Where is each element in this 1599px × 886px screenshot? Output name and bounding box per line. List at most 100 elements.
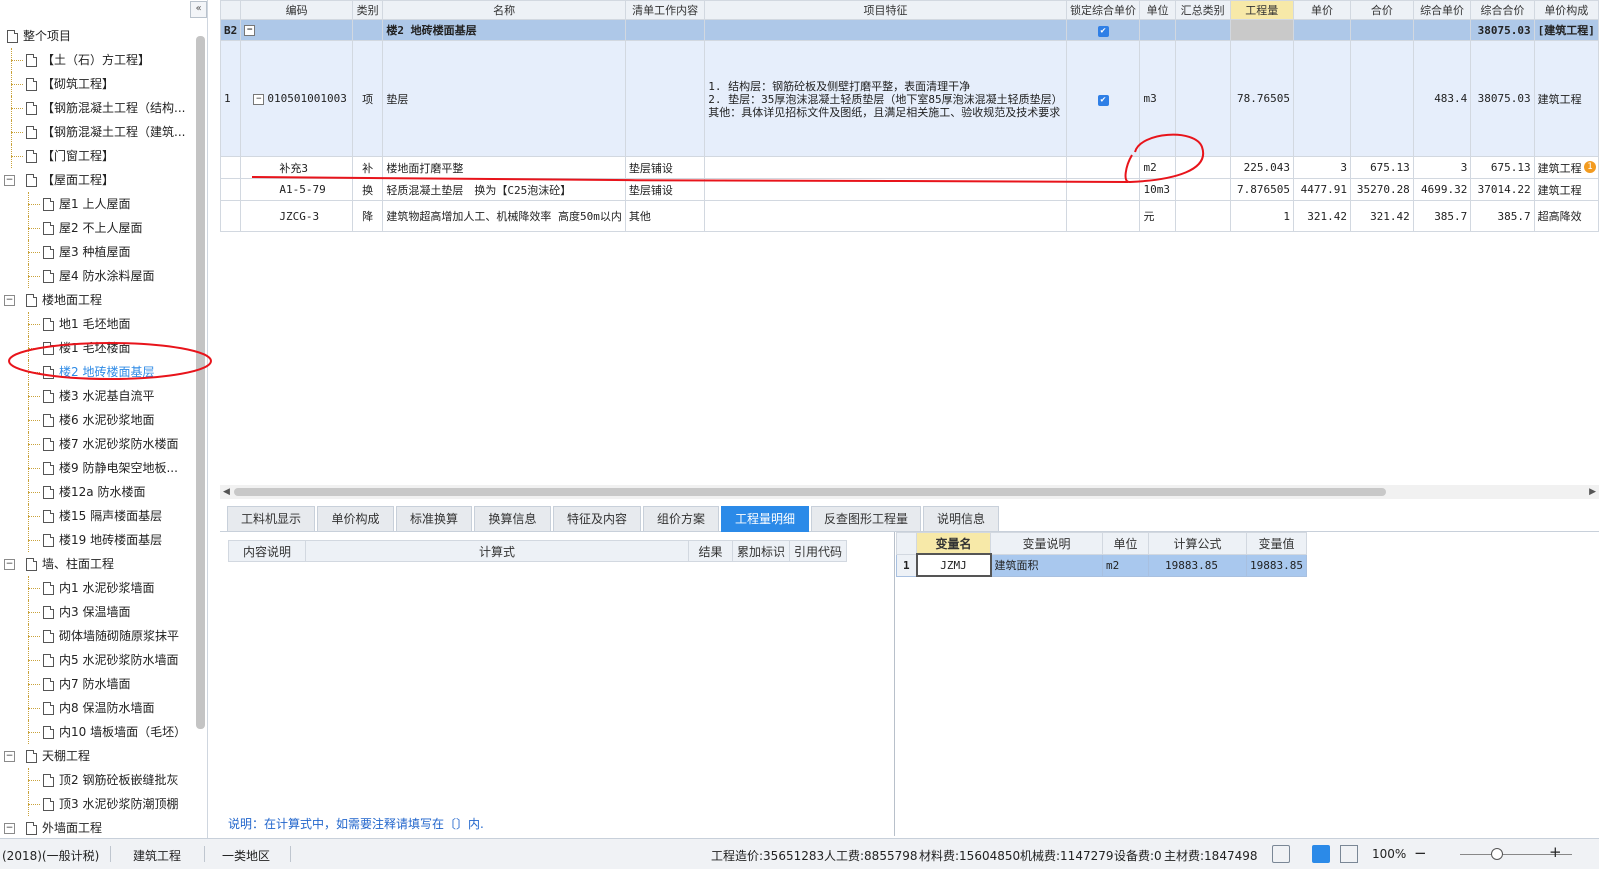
- col-type[interactable]: 类别: [351, 0, 384, 20]
- quota-qty[interactable]: 1: [1229, 200, 1294, 232]
- variable-unit-cell[interactable]: m2: [1102, 553, 1149, 577]
- item-code[interactable]: 010501001003: [267, 92, 346, 105]
- col-fee[interactable]: 单价构成: [1533, 0, 1599, 20]
- tree-leaf[interactable]: 屋4 防水涂料屋面: [0, 264, 195, 288]
- quota-qty[interactable]: 225.043: [1229, 156, 1294, 179]
- section-expander[interactable]: −: [240, 19, 353, 41]
- item-qty[interactable]: 78.76505: [1229, 40, 1294, 157]
- collapse-icon[interactable]: −: [4, 295, 15, 306]
- tree-folder[interactable]: − 【屋面工程】: [0, 168, 195, 192]
- tree-leaf[interactable]: 内10 墙板墙面（毛坯）: [0, 720, 195, 744]
- tree-leaf[interactable]: 内7 防水墙面: [0, 672, 195, 696]
- collapse-icon[interactable]: −: [4, 559, 15, 570]
- tree-leaf[interactable]: 楼3 水泥基自流平: [0, 384, 195, 408]
- tree-folder[interactable]: − 天棚工程: [0, 744, 195, 768]
- section-qty[interactable]: [1229, 19, 1294, 41]
- tree-folder[interactable]: 【土（石）方工程】: [0, 48, 195, 72]
- tree-folder[interactable]: − 墙、柱面工程: [0, 552, 195, 576]
- col-var-desc[interactable]: 变量说明: [990, 532, 1103, 555]
- quota-row[interactable]: 补充3 补 楼地面打磨平整 垫层铺设 m2 225.043 3 675.13 3…: [220, 156, 1599, 179]
- quota-code[interactable]: JZCG-3: [240, 200, 353, 232]
- tree-leaf[interactable]: 楼15 隔声楼面基层: [0, 504, 195, 528]
- col-ref-code[interactable]: 引用代码: [789, 540, 847, 562]
- tree-leaf[interactable]: 楼19 地砖楼面基层: [0, 528, 195, 552]
- item-feature[interactable]: 1. 结构层：钢筋砼板及侧壁打磨平整，表面清理干净 2. 垫层：35厚泡沫混凝土轻…: [704, 40, 1067, 157]
- zoom-out-icon[interactable]: −: [1414, 844, 1427, 862]
- tab-features[interactable]: 特征及内容: [553, 506, 641, 532]
- tree-leaf[interactable]: 屋2 不上人屋面: [0, 216, 195, 240]
- collapse-icon[interactable]: −: [4, 823, 15, 834]
- col-comp-unit[interactable]: 综合单价: [1412, 0, 1472, 20]
- collapse-icon[interactable]: −: [4, 175, 15, 186]
- tab-unit-price[interactable]: 单价构成: [317, 506, 394, 532]
- col-summary[interactable]: 汇总类别: [1174, 0, 1231, 20]
- collapse-icon[interactable]: −: [253, 93, 265, 105]
- col-result[interactable]: 结果: [688, 540, 733, 562]
- col-code[interactable]: 编码: [240, 0, 353, 20]
- col-unit-price[interactable]: 单价: [1292, 0, 1352, 20]
- tree-folder[interactable]: 【钢筋混凝土工程（结构...: [0, 96, 195, 120]
- tree-leaf[interactable]: 内5 水泥砂浆防水墙面: [0, 648, 195, 672]
- col-qty[interactable]: 工程量: [1229, 0, 1294, 20]
- tree-folder[interactable]: 【门窗工程】: [0, 144, 195, 168]
- notification-badge[interactable]: 1: [1584, 161, 1596, 173]
- scrollbar-thumb[interactable]: [234, 488, 1386, 496]
- bill-item-row[interactable]: 1 −010501001003 项 垫层 1. 结构层：钢筋砼板及侧壁打磨平整，…: [220, 40, 1599, 157]
- tree-leaf[interactable]: 屋1 上人屋面: [0, 192, 195, 216]
- col-unit[interactable]: 单位: [1139, 0, 1176, 20]
- tree-scrollbar[interactable]: [196, 36, 205, 729]
- col-total-price[interactable]: 合价: [1350, 0, 1414, 20]
- col-var-formula[interactable]: 计算公式: [1148, 532, 1247, 555]
- tree-leaf[interactable]: 楼7 水泥砂浆防水楼面: [0, 432, 195, 456]
- tab-description[interactable]: 说明信息: [923, 506, 999, 532]
- layout-columns-icon[interactable]: [1340, 845, 1358, 863]
- section-row[interactable]: B2 − 楼2 地砖楼面基层 ✔ 38075.03 [建筑工程]: [220, 19, 1599, 41]
- col-var-name[interactable]: 变量名: [916, 532, 991, 555]
- quota-name[interactable]: 轻质混凝土垫层 换为【C25泡沫砼】: [382, 178, 626, 201]
- tree-leaf[interactable]: 楼2 地砖楼面基层: [0, 360, 195, 384]
- tab-conversion-info[interactable]: 换算信息: [474, 506, 551, 532]
- tree-leaf[interactable]: 内3 保温墙面: [0, 600, 195, 624]
- tree-leaf[interactable]: 楼12a 防水楼面: [0, 480, 195, 504]
- tab-reverse-check[interactable]: 反查图形工程量: [811, 506, 921, 532]
- zoom-slider-handle[interactable]: [1490, 848, 1503, 860]
- scroll-left-icon[interactable]: ◀: [223, 485, 230, 499]
- tab-standard-conversion[interactable]: 标准换算: [396, 506, 472, 532]
- lock-checkbox[interactable]: ✔: [1097, 94, 1109, 106]
- tree-folder[interactable]: − 楼地面工程: [0, 288, 195, 312]
- layout-split-icon[interactable]: [1312, 845, 1330, 863]
- tree-leaf[interactable]: 内8 保温防水墙面: [0, 696, 195, 720]
- col-name[interactable]: 名称: [382, 0, 626, 20]
- tree-leaf[interactable]: 屋3 种植屋面: [0, 240, 195, 264]
- quota-code[interactable]: A1-5-79: [240, 178, 353, 201]
- quota-qty[interactable]: 7.876505: [1229, 178, 1294, 201]
- scroll-right-icon[interactable]: ▶: [1589, 485, 1596, 499]
- quota-name[interactable]: 楼地面打磨平整: [382, 156, 626, 179]
- collapse-icon[interactable]: −: [244, 25, 256, 36]
- tree-leaf[interactable]: 顶3 水泥砂浆防潮顶棚: [0, 792, 195, 816]
- tree-leaf[interactable]: 地1 毛坯地面: [0, 312, 195, 336]
- tree-root[interactable]: 整个项目: [0, 24, 195, 48]
- col-accumulate[interactable]: 累加标识: [732, 540, 790, 562]
- tree-leaf[interactable]: 砌体墙随砌随原浆抹平: [0, 624, 195, 648]
- quota-row[interactable]: A1-5-79 换 轻质混凝土垫层 换为【C25泡沫砼】 垫层铺设 10m3 7…: [220, 178, 1599, 201]
- variable-row[interactable]: 1 JZMJ 建筑面积 m2 19883.85 19883.85: [896, 553, 1307, 577]
- tree-leaf[interactable]: 楼1 毛坯楼面: [0, 336, 195, 360]
- tree-folder[interactable]: 【砌筑工程】: [0, 72, 195, 96]
- tree-leaf[interactable]: 内1 水泥砂浆墙面: [0, 576, 195, 600]
- tree-leaf[interactable]: 楼6 水泥砂浆地面: [0, 408, 195, 432]
- grid-horizontal-scrollbar[interactable]: ◀ ▶: [220, 485, 1599, 499]
- col-formula[interactable]: 计算式: [305, 540, 689, 562]
- tab-pricing-plan[interactable]: 组价方案: [643, 506, 719, 532]
- lock-checkbox[interactable]: ✔: [1097, 26, 1109, 37]
- tree-leaf[interactable]: 楼9 防静电架空地板...: [0, 456, 195, 480]
- item-name[interactable]: 垫层: [382, 40, 626, 157]
- col-locked[interactable]: 锁定综合单价: [1065, 0, 1141, 20]
- tree-folder[interactable]: − 外墙面工程: [0, 816, 195, 840]
- collapse-panel-button[interactable]: «: [190, 1, 207, 18]
- col-feature[interactable]: 项目特征: [704, 0, 1067, 20]
- zoom-in-icon[interactable]: +: [1549, 843, 1562, 861]
- col-comp-total[interactable]: 综合合价: [1470, 0, 1535, 20]
- quota-name[interactable]: 建筑物超高增加人工、机械降效率 高度50m以内: [382, 200, 626, 232]
- quota-code[interactable]: 补充3: [240, 156, 353, 179]
